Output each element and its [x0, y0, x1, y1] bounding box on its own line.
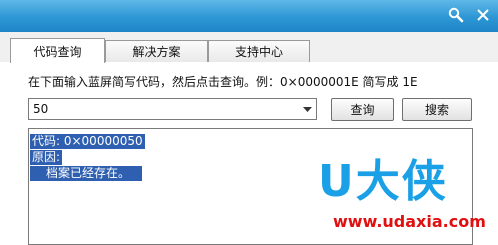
instruction-text: 在下面输入蓝屏简写代码，然后点击查询。例：0×0000001E 简写成 1E — [28, 75, 418, 89]
tab-solutions[interactable]: 解决方案 — [105, 40, 208, 62]
tab-support-center[interactable]: 支持中心 — [208, 40, 310, 62]
watermark-logo: U大侠 — [318, 156, 448, 207]
query-button-label: 查询 — [350, 103, 375, 117]
search-button[interactable]: 搜索 — [402, 98, 472, 121]
tab-label: 解决方案 — [132, 45, 181, 59]
result-reason-label: 原因: — [30, 150, 63, 165]
tab-code-query[interactable]: 代码查询 — [10, 38, 105, 63]
search-button-label: 搜索 — [424, 103, 449, 117]
code-combobox[interactable]: 50 — [28, 98, 317, 120]
chevron-down-icon[interactable] — [298, 99, 316, 119]
magnifier-icon[interactable] — [445, 4, 467, 26]
query-button[interactable]: 查询 — [331, 98, 394, 121]
code-input[interactable]: 50 — [33, 102, 48, 116]
watermark-url: www.udaxia.com — [333, 212, 486, 231]
tab-label: 代码查询 — [33, 44, 82, 59]
result-code-line: 代码: 0×00000050 — [30, 134, 145, 149]
tab-bar: 代码查询 解决方案 支持中心 — [0, 38, 498, 68]
title-bar — [0, 0, 498, 32]
tab-label: 支持中心 — [234, 45, 283, 59]
result-description: 档案已经存在。 — [30, 166, 143, 181]
close-icon[interactable] — [472, 4, 494, 26]
